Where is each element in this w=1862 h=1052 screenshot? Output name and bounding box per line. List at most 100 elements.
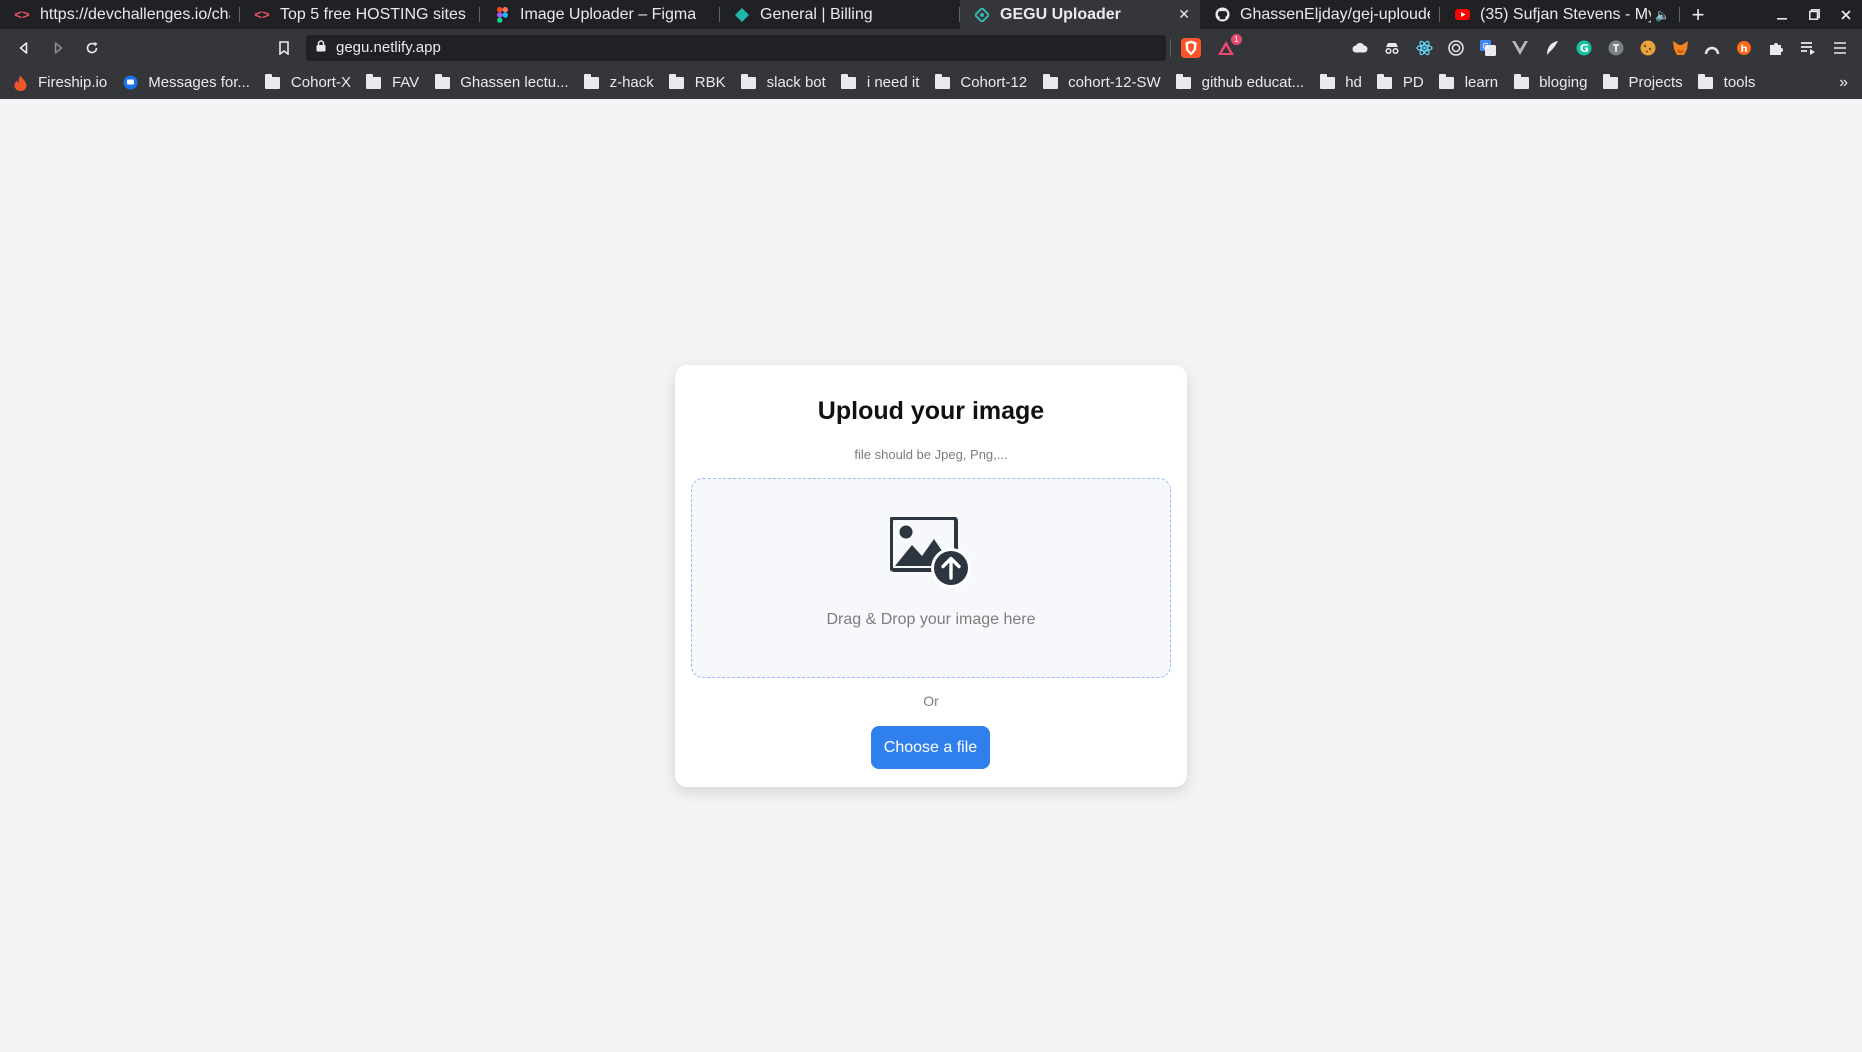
- speaker-icon[interactable]: 🔈: [1655, 8, 1670, 22]
- bookmark-label: learn: [1464, 74, 1499, 91]
- bookmark-folder[interactable]: Projects: [1602, 73, 1683, 91]
- page-viewport: Uploud your image file should be Jpeg, P…: [0, 99, 1862, 1052]
- rewards-badge: 1: [1231, 33, 1242, 45]
- metamask-icon[interactable]: [1668, 36, 1692, 60]
- tab-bar: <> https://devchallenges.io/challenges <…: [0, 0, 1862, 29]
- bookmark-folder[interactable]: Ghassen lectu...: [434, 73, 569, 91]
- youtube-icon: [1454, 7, 1470, 23]
- playlist-icon[interactable]: [1796, 36, 1820, 60]
- arc-extension-icon[interactable]: [1700, 36, 1724, 60]
- bookmark-folder[interactable]: i need it: [841, 73, 920, 91]
- bookmark-folder[interactable]: learn: [1439, 73, 1499, 91]
- bookmark-folder[interactable]: Cohort-X: [265, 73, 351, 91]
- bookmark-label: FAV: [391, 74, 420, 91]
- react-devtools-icon[interactable]: [1412, 36, 1436, 60]
- tab-billing[interactable]: General | Billing: [720, 0, 960, 29]
- bookmark-folder[interactable]: bloging: [1513, 73, 1587, 91]
- bookmark-folder[interactable]: FAV: [366, 73, 420, 91]
- devchallenges-icon: <>: [14, 7, 30, 22]
- honey-extension-icon[interactable]: h: [1732, 36, 1756, 60]
- translate-extension-icon[interactable]: G: [1476, 36, 1500, 60]
- bookmark-folder[interactable]: RBK: [669, 73, 726, 91]
- bookmark-folder[interactable]: cohort-12-SW: [1042, 73, 1161, 91]
- folder-icon: [669, 73, 685, 90]
- folder-icon: [1042, 73, 1058, 90]
- netlify-icon: [974, 7, 990, 23]
- svg-text:G: G: [1580, 42, 1589, 55]
- bookmark-folder[interactable]: hd: [1319, 73, 1362, 91]
- folder-icon: [1377, 73, 1393, 90]
- bookmark-label: cohort-12-SW: [1068, 74, 1161, 91]
- folder-icon: [366, 73, 382, 90]
- bookmark-label: Cohort-12: [960, 74, 1028, 91]
- drop-zone[interactable]: Drag & Drop your image here: [691, 478, 1171, 678]
- forward-button[interactable]: [42, 32, 74, 64]
- bookmark-label: Projects: [1628, 74, 1683, 91]
- tab-devchallenges[interactable]: <> https://devchallenges.io/challenges: [0, 0, 240, 29]
- brave-shields-icon[interactable]: [1181, 37, 1201, 58]
- folder-icon: [1176, 73, 1192, 90]
- bookmark-label: github educat...: [1201, 74, 1305, 91]
- incognito-extension-icon[interactable]: [1380, 36, 1404, 60]
- tab-title: GhassenEljday/gej-uplouder: [1240, 5, 1430, 23]
- wappalyzer-icon[interactable]: [1604, 36, 1628, 60]
- tab-figma[interactable]: Image Uploader – Figma: [480, 0, 720, 29]
- devchallenges-icon: <>: [254, 7, 270, 22]
- bookmark-fireship[interactable]: Fireship.io: [12, 74, 107, 91]
- bookmark-label: Ghassen lectu...: [460, 74, 569, 91]
- bookmark-page-button[interactable]: [268, 32, 300, 64]
- bookmark-folder[interactable]: github educat...: [1176, 73, 1305, 91]
- reload-button[interactable]: [76, 32, 108, 64]
- bookmark-folder[interactable]: tools: [1698, 73, 1755, 91]
- tab-hosting[interactable]: <> Top 5 free HOSTING sites with: [240, 0, 480, 29]
- close-icon[interactable]: ✕: [1178, 6, 1190, 23]
- puzzle-icon[interactable]: [1764, 36, 1788, 60]
- bookmarks-bar: Fireship.io Messages for... Cohort-X FAV…: [0, 66, 1862, 99]
- choose-file-button[interactable]: Choose a file: [871, 726, 990, 769]
- or-separator: Or: [923, 693, 939, 709]
- back-arrow-icon: [19, 41, 28, 54]
- tab-github[interactable]: GhassenEljday/gej-uplouder: [1200, 0, 1440, 29]
- minimize-icon[interactable]: [1766, 0, 1798, 29]
- feather-extension-icon[interactable]: [1540, 36, 1564, 60]
- drop-instructions: Drag & Drop your image here: [826, 611, 1036, 628]
- cloud-extension-icon[interactable]: [1348, 36, 1372, 60]
- vue-devtools-icon[interactable]: [1508, 36, 1532, 60]
- bookmark-messages[interactable]: Messages for...: [122, 74, 250, 91]
- tab-title: https://devchallenges.io/challenges: [40, 5, 230, 23]
- tab-youtube[interactable]: (35) Sufjan Stevens - Mystery 🔈: [1440, 0, 1680, 29]
- bookmark-label: i need it: [866, 74, 920, 91]
- folder-icon: [741, 73, 757, 90]
- target-extension-icon[interactable]: [1444, 36, 1468, 60]
- restore-icon[interactable]: [1798, 0, 1830, 29]
- bookmark-label: Cohort-X: [290, 74, 351, 91]
- back-button[interactable]: [8, 32, 40, 64]
- bookmark-folder[interactable]: slack bot: [741, 73, 826, 91]
- folder-icon: [265, 73, 281, 90]
- brave-rewards-icon[interactable]: 1: [1215, 33, 1242, 58]
- address-bar[interactable]: gegu.netlify.app: [306, 34, 1166, 61]
- close-window-icon[interactable]: [1830, 0, 1862, 29]
- folder-icon: [434, 73, 450, 90]
- cookie-extension-icon[interactable]: [1636, 36, 1660, 60]
- menu-icon[interactable]: [1828, 36, 1852, 60]
- bookmark-label: z-hack: [609, 74, 654, 91]
- bookmark-label: slack bot: [766, 74, 826, 91]
- bookmark-folder[interactable]: PD: [1377, 73, 1424, 91]
- upload-card: Uploud your image file should be Jpeg, P…: [675, 365, 1187, 787]
- bookmark-label: RBK: [694, 74, 726, 91]
- github-icon: [1214, 7, 1230, 23]
- toolbar-divider: [1170, 38, 1171, 57]
- bookmark-folder[interactable]: z-hack: [584, 73, 654, 91]
- bookmark-folder[interactable]: Cohort-12: [934, 73, 1028, 91]
- file-type-hint: file should be Jpeg, Png,...: [854, 447, 1008, 462]
- grammarly-icon[interactable]: G: [1572, 36, 1596, 60]
- new-tab-button[interactable]: +: [1680, 0, 1716, 29]
- bookmark-label: Messages for...: [148, 74, 250, 91]
- tab-title: General | Billing: [760, 5, 873, 23]
- tab-title: GEGU Uploader: [1000, 5, 1121, 23]
- tab-gegu-uploader[interactable]: GEGU Uploader ✕: [960, 0, 1200, 29]
- bookmarks-overflow-button[interactable]: »: [1839, 74, 1848, 92]
- tab-title: (35) Sufjan Stevens - Mystery: [1480, 5, 1651, 23]
- folder-icon: [841, 73, 857, 90]
